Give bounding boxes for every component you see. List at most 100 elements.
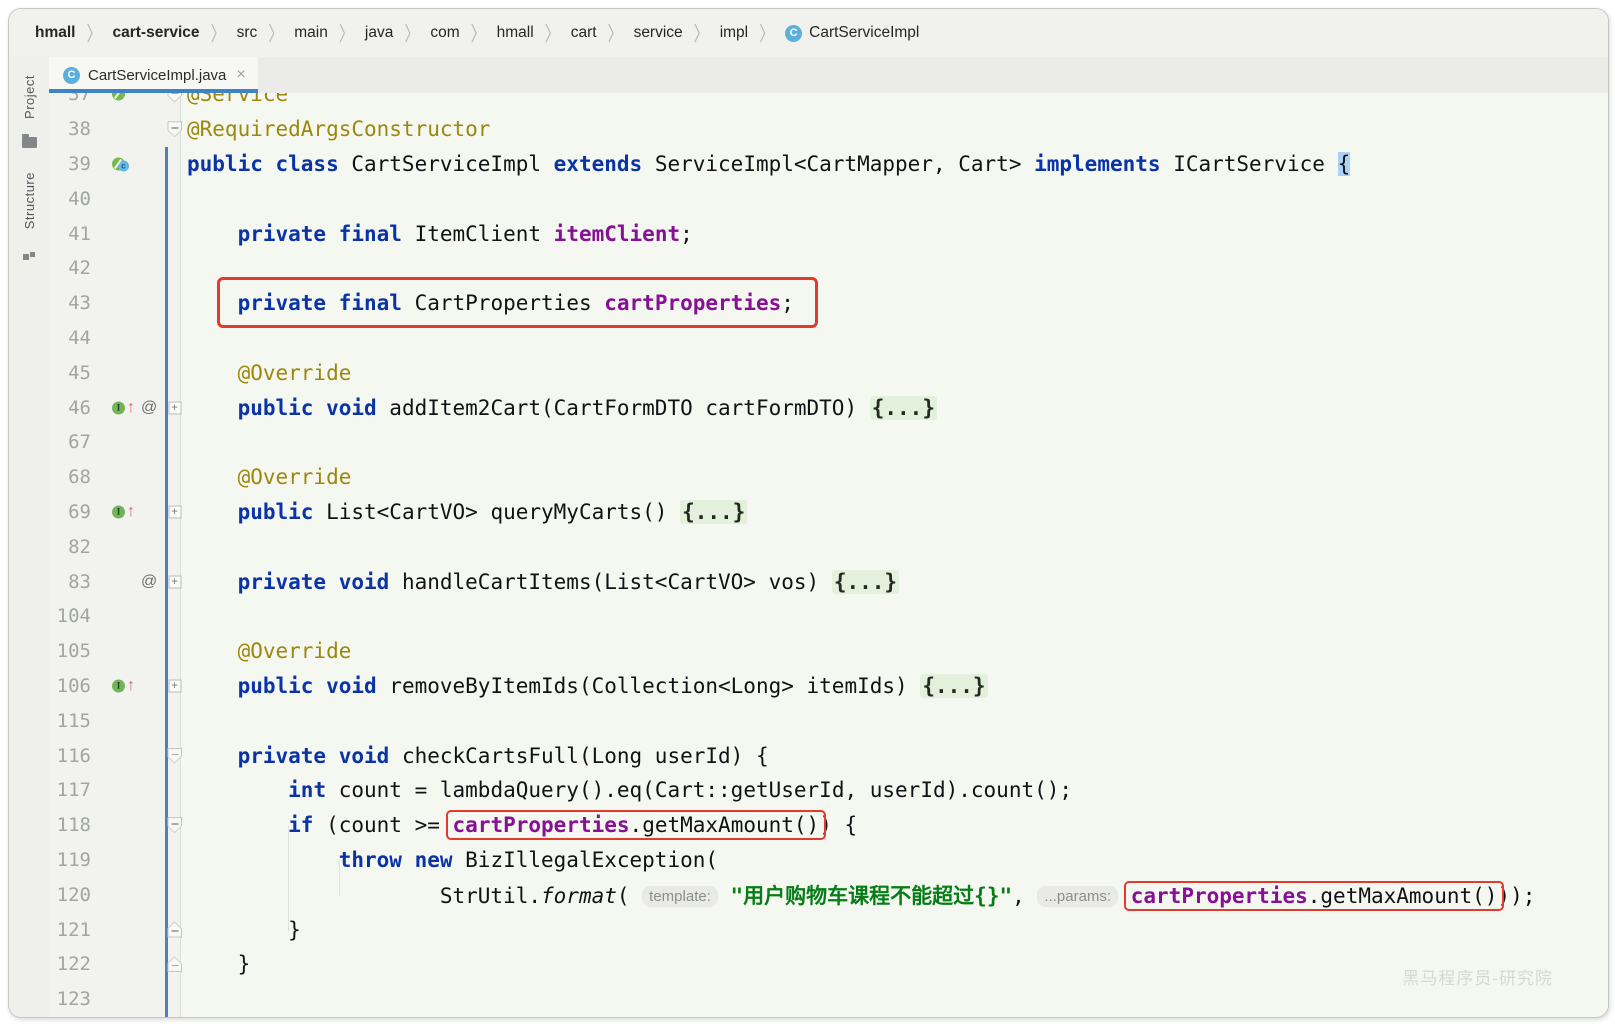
- line-number[interactable]: 106: [49, 675, 99, 697]
- code-line[interactable]: private final CartProperties cartPropert…: [187, 277, 1608, 329]
- line-number[interactable]: 41: [49, 223, 99, 245]
- line-number[interactable]: 121: [49, 919, 99, 941]
- tab-cartserviceimpl[interactable]: C CartServiceImpl.java ×: [49, 57, 258, 93]
- fold-expand-icon[interactable]: +: [168, 575, 181, 589]
- breadcrumb-item-com[interactable]: com: [430, 24, 459, 42]
- fold-start-icon[interactable]: [167, 817, 182, 834]
- line-number[interactable]: 118: [49, 814, 99, 836]
- class-icon: c: [118, 160, 129, 172]
- code-editor[interactable]: 37 @Service 38 @RequiredArgsConstructor 39 c p…: [49, 93, 1608, 1017]
- code-line[interactable]: @Service: [187, 93, 1608, 106]
- line-number[interactable]: 104: [49, 605, 99, 627]
- implementing-method-icon[interactable]: I: [112, 679, 125, 693]
- fold-column: [155, 321, 187, 356]
- fold-expand-icon[interactable]: +: [168, 679, 181, 693]
- implementing-method-icon[interactable]: I: [112, 401, 125, 415]
- line-number[interactable]: 67: [49, 431, 99, 453]
- code-line[interactable]: public void removeByItemIds(Collection<L…: [187, 673, 1608, 698]
- fold-start-icon[interactable]: [167, 121, 182, 138]
- code-line[interactable]: public void addItem2Cart(CartFormDTO car…: [187, 395, 1608, 420]
- line-number[interactable]: 115: [49, 710, 99, 732]
- code-line[interactable]: }: [187, 952, 1608, 976]
- tool-window-tab-structure[interactable]: Structure: [22, 172, 37, 229]
- line-number[interactable]: 45: [49, 362, 99, 384]
- line-number[interactable]: 120: [49, 884, 99, 906]
- breadcrumb-item-service[interactable]: service: [634, 24, 683, 42]
- fold-pentagon-icon: [167, 121, 182, 138]
- fold-start-icon[interactable]: [167, 93, 182, 103]
- line-number[interactable]: 83: [49, 571, 99, 593]
- fold-start-icon[interactable]: [167, 747, 182, 764]
- breadcrumb-item-hmall[interactable]: hmall: [35, 24, 75, 42]
- code-token: public: [237, 499, 314, 524]
- spring-bean-icon[interactable]: [112, 93, 125, 101]
- line-number[interactable]: 117: [49, 779, 99, 801]
- code-line[interactable]: throw new BizIllegalException(: [187, 848, 1608, 872]
- tool-window-tab-project[interactable]: Project: [22, 75, 37, 119]
- line-number[interactable]: 40: [49, 188, 99, 210]
- implementing-method-icon[interactable]: I: [112, 505, 125, 519]
- line-number[interactable]: 68: [49, 466, 99, 488]
- code-line[interactable]: private void checkCartsFull(Long userId)…: [187, 744, 1608, 768]
- breadcrumb-item-src[interactable]: src: [237, 24, 258, 42]
- line-number[interactable]: 82: [49, 536, 99, 558]
- code-line[interactable]: private final ItemClient itemClient;: [187, 222, 1608, 246]
- line-number[interactable]: 119: [49, 849, 99, 871]
- tab-close-icon[interactable]: ×: [236, 67, 245, 83]
- folded-region[interactable]: {...}: [869, 395, 937, 420]
- code-line[interactable]: @Override: [187, 361, 1608, 385]
- line-number[interactable]: 42: [49, 257, 99, 279]
- code-row-67: 67: [49, 425, 1608, 460]
- folded-region[interactable]: {...}: [920, 673, 988, 698]
- folded-region[interactable]: {...}: [831, 569, 900, 594]
- fold-expand-icon[interactable]: +: [168, 401, 181, 415]
- code-line[interactable]: }: [187, 918, 1608, 942]
- folded-region[interactable]: {...}: [680, 499, 748, 524]
- code-line[interactable]: @RequiredArgsConstructor: [187, 117, 1608, 141]
- line-number[interactable]: 46: [49, 397, 99, 419]
- line-number[interactable]: 123: [49, 988, 99, 1010]
- line-number[interactable]: 44: [49, 327, 99, 349]
- line-number[interactable]: 105: [49, 640, 99, 662]
- line-number[interactable]: 38: [49, 118, 99, 140]
- code-line[interactable]: StrUtil.format( template: "用户购物车课程不能超过{}…: [187, 880, 1608, 911]
- code-token: "用户购物车课程不能超过{}": [730, 883, 1013, 908]
- project-folder-icon[interactable]: [21, 133, 37, 148]
- overrides-method-icon[interactable]: ↑: [127, 677, 135, 694]
- overrides-method-icon[interactable]: ↑: [127, 399, 135, 416]
- code-token: {: [1337, 151, 1351, 176]
- code-line[interactable]: private void handleCartItems(List<CartVO…: [187, 569, 1608, 594]
- overrides-method-icon[interactable]: ↑: [127, 503, 135, 520]
- code-line[interactable]: @Override: [187, 465, 1608, 489]
- code-line[interactable]: if (count >= cartProperties.getMaxAmount…: [187, 810, 1608, 841]
- fold-column: [155, 355, 187, 390]
- gutter-icons: [99, 738, 155, 773]
- code-line[interactable]: public class CartServiceImpl extends Ser…: [187, 151, 1608, 176]
- structure-icon[interactable]: [22, 247, 36, 261]
- line-number[interactable]: 69: [49, 501, 99, 523]
- fold-end-icon[interactable]: [167, 956, 182, 973]
- breadcrumb-item-cartserviceimpl[interactable]: C CartServiceImpl: [785, 24, 919, 42]
- line-number[interactable]: 116: [49, 745, 99, 767]
- breadcrumb-item-cart-service[interactable]: cart-service: [113, 24, 200, 42]
- breadcrumb-item-java[interactable]: java: [365, 24, 393, 42]
- line-number[interactable]: 39: [49, 153, 99, 175]
- breadcrumb-item-cart[interactable]: cart: [571, 24, 597, 42]
- fold-pentagon-icon: [167, 956, 182, 973]
- fold-end-icon[interactable]: [167, 921, 182, 938]
- gutter-icons: c: [99, 147, 155, 182]
- fold-expand-icon[interactable]: +: [168, 505, 181, 519]
- code-line[interactable]: public List<CartVO> queryMyCarts() {...}: [187, 499, 1608, 524]
- breadcrumb-item-hmall[interactable]: hmall: [497, 24, 534, 42]
- line-number[interactable]: 43: [49, 292, 99, 314]
- spring-bean-class-icon[interactable]: c: [112, 157, 129, 172]
- line-number[interactable]: 37: [49, 93, 99, 105]
- code-line[interactable]: @Override: [187, 639, 1608, 663]
- breadcrumb-item-impl[interactable]: impl: [720, 24, 748, 42]
- code-line[interactable]: int count = lambdaQuery().eq(Cart::getUs…: [187, 778, 1608, 802]
- code-token: handleCartItems(List<CartVO> vos): [389, 569, 832, 594]
- breadcrumb-item-main[interactable]: main: [294, 24, 328, 42]
- line-number[interactable]: 122: [49, 953, 99, 975]
